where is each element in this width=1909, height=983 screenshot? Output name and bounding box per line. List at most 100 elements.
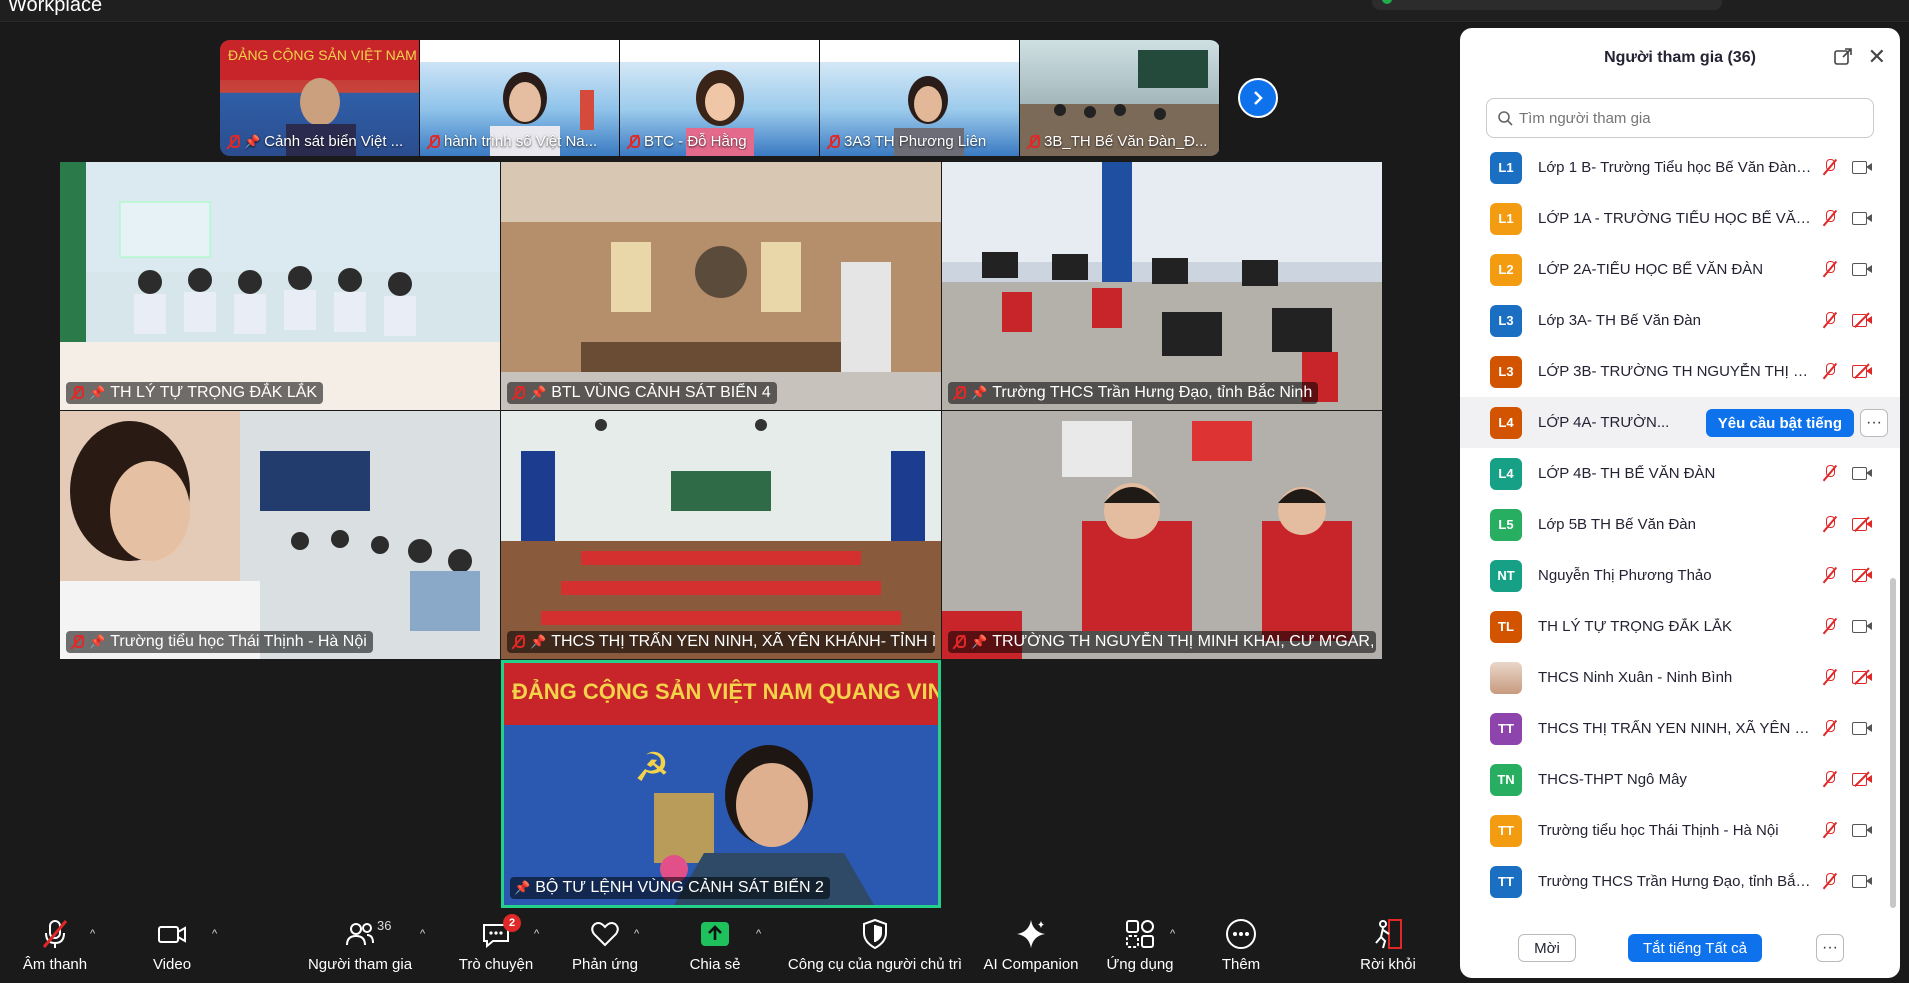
video-tile[interactable]: 📌 THCS THỊ TRẤN YEN NINH, XÃ YÊN KHÁNH- T… [501,411,941,659]
participant-search[interactable] [1486,98,1874,138]
title-bar: Workplace [0,0,1909,22]
video-feed [501,411,941,659]
filmstrip-tile[interactable]: BTC - Đỗ Hằng [620,40,820,156]
mic-muted-icon [1822,872,1838,890]
video-tile[interactable]: 📌 Trường THCS Trần Hưng Đạo, tỉnh Bắc Nin… [942,162,1382,410]
app-title: Workplace [8,0,103,16]
leave-button[interactable]: Rời khỏi [1348,916,1428,978]
camera-icon [1852,262,1872,276]
filmstrip-caption: 3A3 TH Phương Liên [826,133,1013,150]
tile-caption: 📌 THCS THỊ TRẤN YEN NINH, XÃ YÊN KHÁNH- T… [507,631,935,653]
pin-icon: 📌 [971,634,988,649]
participants-label: Người tham gia [307,956,413,973]
video-tile[interactable]: 📌 BTL VÙNG CẢNH SÁT BIỂN 4 [501,162,941,410]
chat-unread-badge: 2 [503,914,521,932]
filmstrip-tile[interactable]: ĐẢNG CỘNG SẢN VIỆT NAM 📌 Cảnh sát biển Vi… [220,40,420,156]
participant-name: LỚP 4B- TH BẾ VĂN ĐÀN [1538,465,1716,482]
mic-muted-icon [70,634,84,650]
filmstrip-caption: hành trình số Việt Na... [426,133,613,150]
ask-to-unmute-button[interactable]: Yêu cầu bật tiếng [1705,409,1854,437]
avatar [1490,661,1522,694]
video-label: Video [152,956,192,973]
video-feed [942,411,1382,659]
audio-options-chevron-icon[interactable]: ^ [90,928,95,940]
filmstrip-caption: 📌 Cảnh sát biển Việt ... [226,133,413,150]
video-feed: ĐẢNG CỘNG SẢN VIỆT NAM QUANG VINH ☭ [504,663,938,905]
filmstrip-next-button[interactable] [1238,78,1278,118]
close-icon[interactable]: ✕ [1868,44,1886,70]
audio-label: Âm thanh [22,956,88,973]
participant-row[interactable]: L2 LỚP 2A-TIỂU HỌC BẾ VĂN ĐÀN [1460,244,1900,295]
video-feed [501,162,941,410]
participant-row[interactable]: L4 LỚP 4B- TH BẾ VĂN ĐÀN [1460,448,1900,499]
share-screen-button[interactable]: Chia sẻ [680,916,750,978]
video-tile[interactable]: 📌 TH LÝ TỰ TRỌNG ĐẮK LẮK [60,162,500,410]
chat-button[interactable]: 2 Trò chuyện [456,914,536,978]
participant-name: 3B_TH Bế Văn Đàn_Đ... [1044,133,1208,150]
participant-status-icons [1822,209,1872,227]
camera-off-icon [1852,567,1872,583]
mic-muted-icon [1822,770,1838,788]
mic-muted-icon [1822,362,1838,380]
audio-button[interactable]: Âm thanh [20,916,90,978]
more-options-button[interactable]: ··· [1816,934,1844,962]
chat-options-chevron-icon[interactable]: ^ [534,928,539,940]
invite-button[interactable]: Mời [1518,934,1576,962]
host-tools-button[interactable]: Công cụ của người chủ trì [782,916,968,978]
apps-button[interactable]: Ứng dụng [1104,916,1176,978]
mic-muted-icon [1822,311,1838,329]
participant-row[interactable]: THCS Ninh Xuân - Ninh Bình [1460,652,1900,703]
avatar: TT [1490,712,1522,745]
participant-row[interactable]: L5 Lớp 5B TH Bế Văn Đàn [1460,499,1900,550]
participant-row[interactable]: L3 Lớp 3A- TH Bế Văn Đàn [1460,295,1900,346]
participants-button[interactable]: 36 Người tham gia [300,916,420,978]
camera-off-icon [1852,669,1872,685]
meeting-info-pill[interactable] [1372,0,1722,10]
participant-row[interactable]: TN THCS-THPT Ngô Mây [1460,754,1900,805]
search-input[interactable] [1519,109,1819,127]
mute-all-button[interactable]: Tắt tiếng Tất cả [1628,934,1762,962]
participant-row[interactable]: L3 LỚP 3B- TRƯỜNG TH NGUYỄN THỊ MI... [1460,346,1900,397]
ai-companion-button[interactable]: AI Companion [980,916,1082,978]
scrollbar[interactable] [1890,578,1896,908]
participant-status-icons [1822,872,1872,890]
participant-row[interactable]: L1 Lớp 1 B- Trường Tiểu học Bế Văn Đàn-..… [1460,142,1900,193]
filmstrip-tile[interactable]: hành trình số Việt Na... [420,40,620,156]
participant-row[interactable]: TL TH LÝ TỰ TRỌNG ĐẮK LẮK [1460,601,1900,652]
video-tile[interactable]: 📌 TRƯỜNG TH NGUYỄN THỊ MINH KHAI, CƯ M'GA… [942,411,1382,659]
participant-row[interactable]: L4 LỚP 4A- TRƯỜN... Yêu cầu bật tiếng ··· [1460,397,1900,448]
filmstrip-tile[interactable]: 3A3 TH Phương Liên [820,40,1020,156]
participant-row[interactable]: TT THCS THỊ TRẤN YEN NINH, XÃ YÊN K... [1460,703,1900,754]
mic-muted-icon [1822,668,1838,686]
filmstrip-tile[interactable]: 3B_TH Bế Văn Đàn_Đ... [1020,40,1220,156]
mic-muted-icon [952,634,966,650]
panel-title: Người tham gia (36) [1604,49,1756,66]
participant-name: THCS THỊ TRẤN YEN NINH, XÃ YÊN KHÁNH- TỈ… [551,633,935,650]
participant-row[interactable]: TT Trường THCS Trần Hưng Đạo, tỉnh Bắc... [1460,856,1900,907]
participant-name: Lớp 3A- TH Bế Văn Đàn [1538,312,1701,329]
mic-muted-icon [1822,617,1838,635]
share-options-chevron-icon[interactable]: ^ [756,928,761,940]
video-button[interactable]: Video [137,916,207,978]
video-options-chevron-icon[interactable]: ^ [212,928,217,940]
participants-icon [346,923,374,946]
participant-more-button[interactable]: ··· [1860,409,1888,437]
reactions-button[interactable]: Phản ứng [566,916,644,978]
apps-options-chevron-icon[interactable]: ^ [1170,928,1175,940]
leave-label: Rời khỏi [1360,956,1416,973]
reactions-options-chevron-icon[interactable]: ^ [634,928,639,940]
host-tools-label: Công cụ của người chủ trì [787,956,963,973]
video-tile[interactable]: 📌 Trường tiểu học Thái Thịnh - Hà Nội [60,411,500,659]
participants-options-chevron-icon[interactable]: ^ [420,928,425,940]
participant-status-icons [1822,362,1872,380]
pop-out-icon[interactable] [1834,48,1852,66]
participant-status-icons [1822,566,1872,584]
active-speaker-tile[interactable]: ĐẢNG CỘNG SẢN VIỆT NAM QUANG VINH ☭ 📌 BỘ … [501,660,941,908]
filmstrip: ĐẢNG CỘNG SẢN VIỆT NAM 📌 Cảnh sát biển Vi… [220,40,1220,156]
participant-row[interactable]: L1 LỚP 1A - TRƯỜNG TIỂU HỌC BẾ VĂN ... [1460,193,1900,244]
mic-muted-icon [952,385,966,401]
participant-row[interactable]: NT Nguyễn Thị Phương Thảo [1460,550,1900,601]
more-button[interactable]: Thêm [1204,916,1278,978]
participant-row[interactable]: TT Trường tiểu học Thái Thịnh - Hà Nội [1460,805,1900,856]
participants-panel: Người tham gia (36) ✕ L1 Lớp 1 B- Trường … [1460,28,1900,978]
